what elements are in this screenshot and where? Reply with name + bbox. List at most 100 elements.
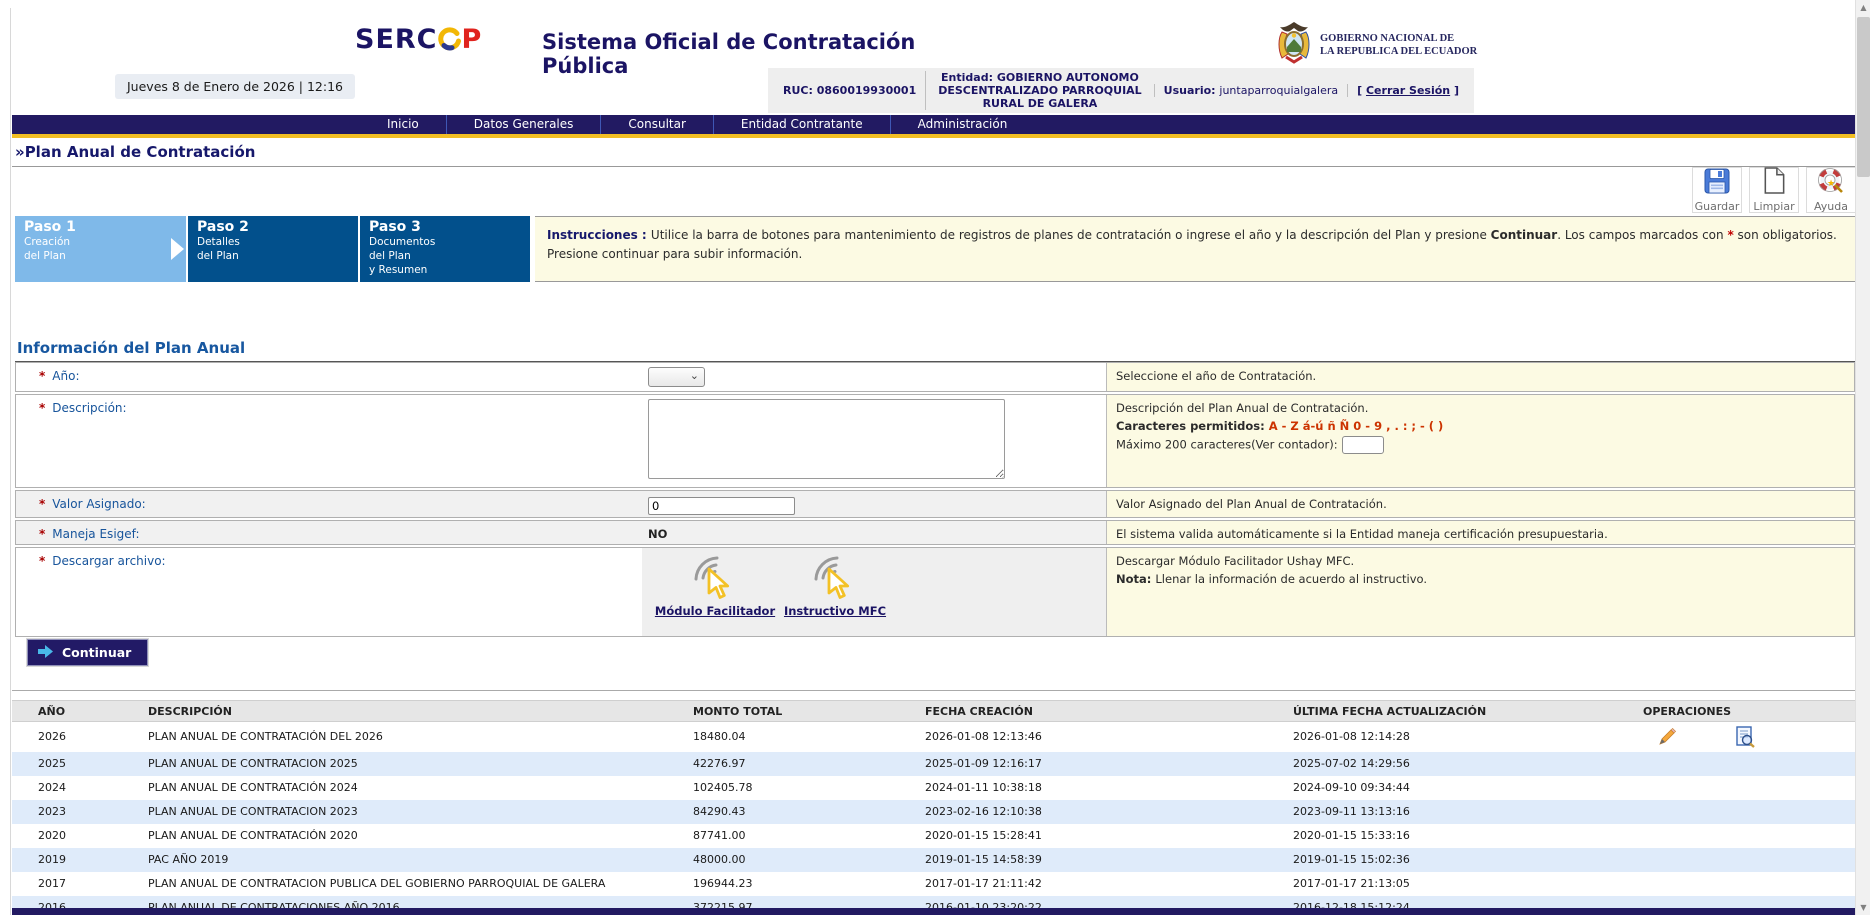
table-header-row: AÑO DESCRIPCIÓN MONTO TOTAL FECHA CREACI… (12, 701, 1855, 722)
form-row-esigef: *Maneja Esigef: NO El sistema valida aut… (15, 520, 1855, 545)
description-textarea[interactable] (648, 399, 1005, 479)
cell-updated: 2020-01-15 15:33:16 (1293, 824, 1643, 848)
scrollbar-thumb[interactable] (1857, 17, 1870, 177)
ruc-value: 0860019930001 (817, 84, 917, 97)
help-button[interactable]: ★ Ayuda (1806, 167, 1856, 213)
scroll-up-arrow[interactable]: ▲ (1856, 0, 1870, 15)
cell-created: 2025-01-09 12:16:17 (925, 752, 1293, 776)
step-1-title: Paso 1 (24, 219, 186, 235)
col-header-operaciones: OPERACIONES (1643, 701, 1855, 722)
description-label: Descripción: (52, 401, 126, 415)
cell-amount: 196944.23 (693, 872, 925, 896)
col-header-descripcion: DESCRIPCIÓN (148, 701, 693, 722)
main-nav: Inicio Datos Generales Consultar Entidad… (12, 115, 1855, 134)
sercop-logo-text: SERC (355, 24, 438, 55)
cell-operations (1643, 872, 1855, 896)
cell-created: 2024-01-11 10:38:18 (925, 776, 1293, 800)
valor-input[interactable] (648, 497, 795, 515)
cell-year: 2020 (12, 824, 148, 848)
pac-table-container: AÑO DESCRIPCIÓN MONTO TOTAL FECHA CREACI… (12, 700, 1855, 915)
save-button-label: Guardar (1695, 200, 1740, 213)
plan-form: *Año: ⌄ Seleccione el año de Contratació… (15, 362, 1855, 639)
allowed-chars: A - Z á-ú ñ Ñ 0 - 9 , . : ; - ( ) (1269, 419, 1444, 433)
pac-table-body: 2026PLAN ANUAL DE CONTRATACIÓN DEL 20261… (12, 722, 1855, 915)
cell-amount: 42276.97 (693, 752, 925, 776)
year-label: Año: (52, 369, 79, 383)
arrow-right-icon (38, 645, 53, 661)
cell-updated: 2023-09-11 13:13:16 (1293, 800, 1643, 824)
nav-item-entidad-contratante[interactable]: Entidad Contratante (713, 115, 890, 134)
esigef-label: Maneja Esigef: (52, 527, 139, 541)
user-value: juntaparroquialgalera (1219, 84, 1338, 97)
modulo-facilitador-link[interactable]: Módulo Facilitador (655, 604, 775, 618)
cell-updated: 2026-01-08 12:14:28 (1293, 722, 1643, 752)
edit-icon[interactable] (1657, 727, 1677, 747)
session-info-bar: RUC: 0860019930001 Entidad: GOBIERNO AUT… (768, 68, 1474, 113)
cell-amount: 84290.43 (693, 800, 925, 824)
section-title: Información del Plan Anual (15, 338, 1855, 362)
download-instructivo: Instructivo MFC (782, 554, 888, 618)
gov-logo-line1: GOBIERNO NACIONAL DE (1320, 32, 1477, 45)
instructivo-mfc-link[interactable]: Instructivo MFC (784, 604, 886, 618)
cell-desc: PLAN ANUAL DE CONTRATACION PUBLICA DEL G… (148, 872, 693, 896)
counter-input[interactable] (1342, 436, 1384, 454)
step-1-creacion[interactable]: Paso 1 Creación del Plan (15, 216, 186, 282)
cell-amount: 102405.78 (693, 776, 925, 800)
cell-desc: PLAN ANUAL DE CONTRATACIÓN DEL 2026 (148, 722, 693, 752)
table-row: 2023PLAN ANUAL DE CONTRATACION 202384290… (12, 800, 1855, 824)
clear-button-label: Limpiar (1753, 200, 1794, 213)
toolbar: Guardar Limpiar ★ Ayuda (1692, 167, 1856, 213)
cell-year: 2023 (12, 800, 148, 824)
nav-item-consultar[interactable]: Consultar (600, 115, 713, 134)
scroll-down-arrow[interactable]: ▼ (1856, 900, 1870, 915)
year-select[interactable]: ⌄ (648, 367, 705, 387)
footer-bar (12, 908, 1855, 915)
valor-help: Valor Asignado del Plan Anual de Contrat… (1106, 491, 1854, 517)
step-2-detalles[interactable]: Paso 2 Detalles del Plan (188, 216, 358, 282)
col-header-ultima-actualizacion: ÚLTIMA FECHA ACTUALIZACIÓN (1293, 701, 1643, 722)
logout-link[interactable]: Cerrar Sesión (1366, 84, 1450, 97)
continue-button[interactable]: Continuar (27, 639, 148, 666)
vertical-scrollbar[interactable]: ▲ ▼ (1855, 0, 1870, 915)
click-download-icon[interactable] (812, 554, 858, 604)
nav-item-inicio[interactable]: Inicio (360, 115, 446, 134)
form-row-download: *Descargar archivo: Módulo Facilitador (15, 547, 1855, 637)
table-row: 2025PLAN ANUAL DE CONTRATACION 202542276… (12, 752, 1855, 776)
save-button[interactable]: Guardar (1692, 167, 1742, 213)
cell-operations (1643, 848, 1855, 872)
step-3-documentos[interactable]: Paso 3 Documentos del Plan y Resumen (360, 216, 530, 282)
chevron-down-icon: ⌄ (690, 369, 699, 382)
nav-item-administracion[interactable]: Administración (890, 115, 1035, 134)
instructions-box: Instrucciones : Utilice la barra de boto… (535, 216, 1855, 282)
col-header-fecha-creacion: FECHA CREACIÓN (925, 701, 1293, 722)
download-modulo: Módulo Facilitador (662, 554, 768, 618)
download-help: Descargar Módulo Facilitador Ushay MFC. … (1106, 548, 1854, 636)
table-row: 2020PLAN ANUAL DE CONTRATACIÓN 202087741… (12, 824, 1855, 848)
entity-info: Entidad: GOBIERNO AUTONOMO DESCENTRALIZA… (925, 71, 1153, 110)
click-download-icon[interactable] (692, 554, 738, 604)
description-help: Descripción del Plan Anual de Contrataci… (1106, 395, 1854, 487)
ruc-info: RUC: 0860019930001 (774, 84, 925, 97)
nav-item-datos-generales[interactable]: Datos Generales (446, 115, 601, 134)
cell-amount: 48000.00 (693, 848, 925, 872)
cell-desc: PLAN ANUAL DE CONTRATACION 2023 (148, 800, 693, 824)
cell-created: 2023-02-16 12:10:38 (925, 800, 1293, 824)
save-icon (1704, 168, 1730, 198)
cell-amount: 18480.04 (693, 722, 925, 752)
cell-created: 2020-01-15 15:28:41 (925, 824, 1293, 848)
clear-button[interactable]: Limpiar (1749, 167, 1799, 213)
cell-updated: 2025-07-02 14:29:56 (1293, 752, 1643, 776)
cell-operations (1643, 776, 1855, 800)
help-lifebuoy-icon: ★ (1818, 168, 1844, 198)
view-icon[interactable] (1735, 726, 1755, 748)
cell-year: 2024 (12, 776, 148, 800)
cell-created: 2019-01-15 14:58:39 (925, 848, 1293, 872)
header: SERCP Sistema Oficial de Contratación Pú… (12, 8, 1855, 110)
cell-year: 2019 (12, 848, 148, 872)
cell-created: 2026-01-08 12:13:46 (925, 722, 1293, 752)
step-2-title: Paso 2 (197, 219, 358, 235)
gov-logo-line2: LA REPUBLICA DEL ECUADOR (1320, 45, 1477, 58)
col-header-monto: MONTO TOTAL (693, 701, 925, 722)
page-left-border (10, 8, 11, 915)
form-row-year: *Año: ⌄ Seleccione el año de Contratació… (15, 362, 1855, 392)
